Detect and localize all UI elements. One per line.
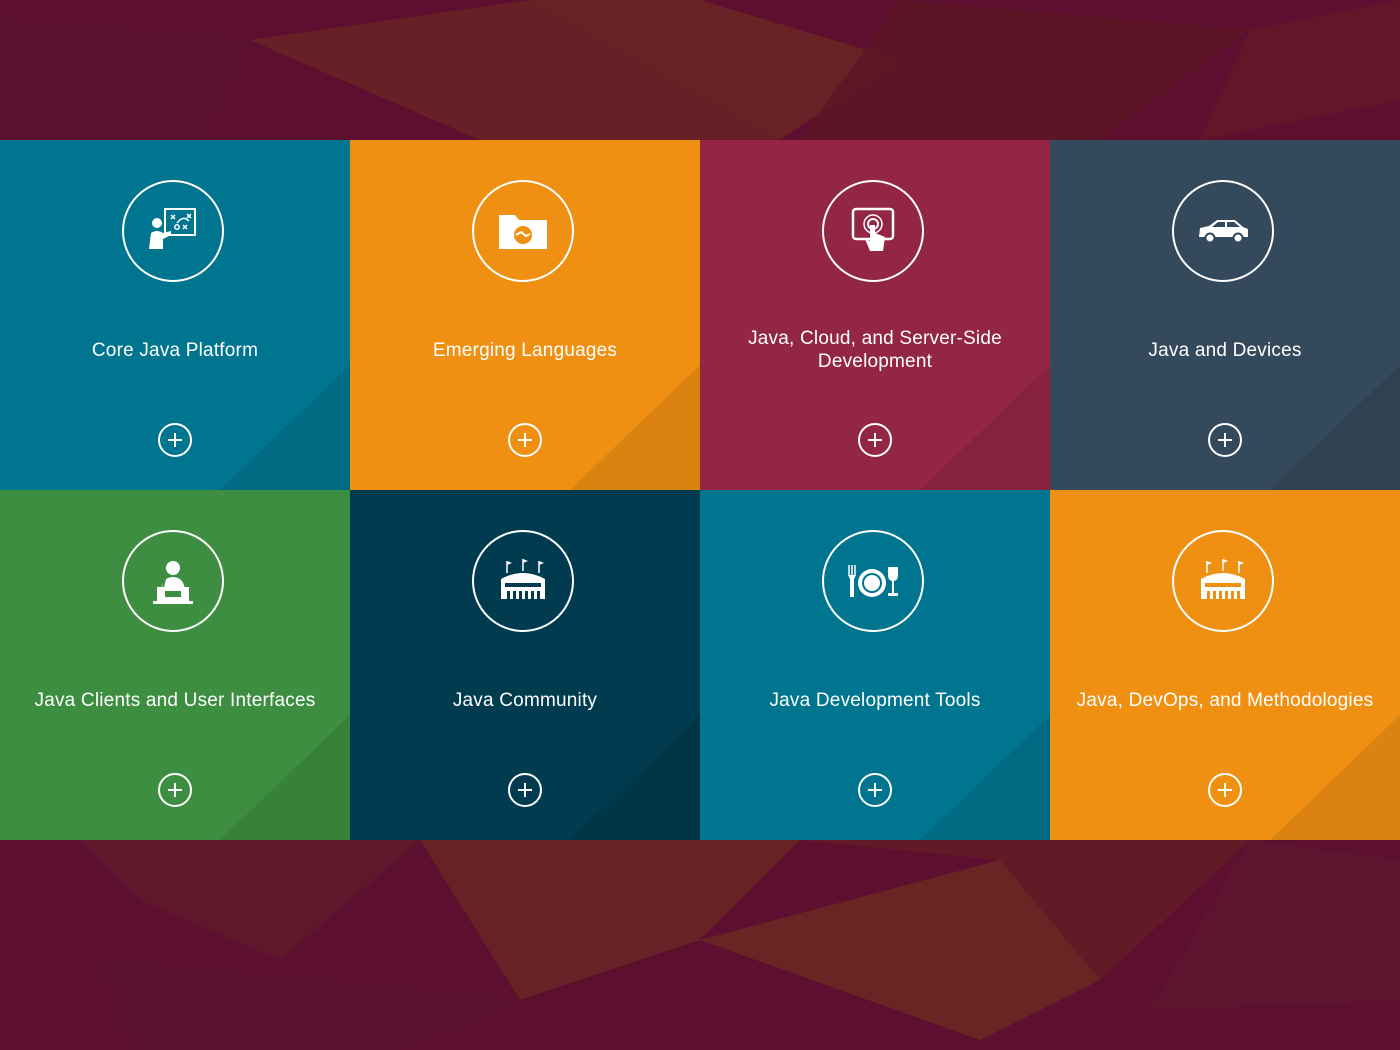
tile-title: Java and Devices bbox=[1148, 339, 1302, 361]
tile-title: Java Development Tools bbox=[769, 689, 981, 711]
teacher-whiteboard-icon bbox=[122, 180, 224, 282]
tile-title: Java, DevOps, and Methodologies bbox=[1076, 689, 1374, 711]
dining-plate-icon bbox=[822, 530, 924, 632]
folder-handshake-icon bbox=[472, 180, 574, 282]
tile-emerging-languages[interactable]: Emerging Languages bbox=[350, 140, 700, 490]
speaker-podium-icon bbox=[122, 530, 224, 632]
stadium-icon bbox=[472, 530, 574, 632]
tile-title: Java Clients and User Interfaces bbox=[34, 689, 316, 711]
tile-title: Core Java Platform bbox=[91, 339, 259, 361]
tile-title: Java Community bbox=[452, 689, 598, 711]
tile-title: Java, Cloud, and Server-Side Development bbox=[748, 328, 1002, 372]
tile-java-clients-ui[interactable]: Java Clients and User Interfaces bbox=[0, 490, 350, 840]
expand-plus-icon[interactable] bbox=[1208, 423, 1242, 457]
car-icon bbox=[1172, 180, 1274, 282]
tile-java-devops-methodologies[interactable]: Java, DevOps, and Methodologies bbox=[1050, 490, 1400, 840]
topic-grid: Core Java Platform Emerging Languages Ja… bbox=[0, 140, 1400, 840]
stadium-icon bbox=[1172, 530, 1274, 632]
tablet-touch-icon bbox=[822, 180, 924, 282]
tile-title: Emerging Languages bbox=[432, 339, 618, 361]
expand-plus-icon[interactable] bbox=[858, 773, 892, 807]
expand-plus-icon[interactable] bbox=[1208, 773, 1242, 807]
tile-java-and-devices[interactable]: Java and Devices bbox=[1050, 140, 1400, 490]
expand-plus-icon[interactable] bbox=[158, 423, 192, 457]
expand-plus-icon[interactable] bbox=[508, 423, 542, 457]
tile-core-java-platform[interactable]: Core Java Platform bbox=[0, 140, 350, 490]
expand-plus-icon[interactable] bbox=[158, 773, 192, 807]
tile-java-cloud-server-side[interactable]: Java, Cloud, and Server-Side Development bbox=[700, 140, 1050, 490]
tile-java-development-tools[interactable]: Java Development Tools bbox=[700, 490, 1050, 840]
tile-java-community[interactable]: Java Community bbox=[350, 490, 700, 840]
expand-plus-icon[interactable] bbox=[508, 773, 542, 807]
expand-plus-icon[interactable] bbox=[858, 423, 892, 457]
